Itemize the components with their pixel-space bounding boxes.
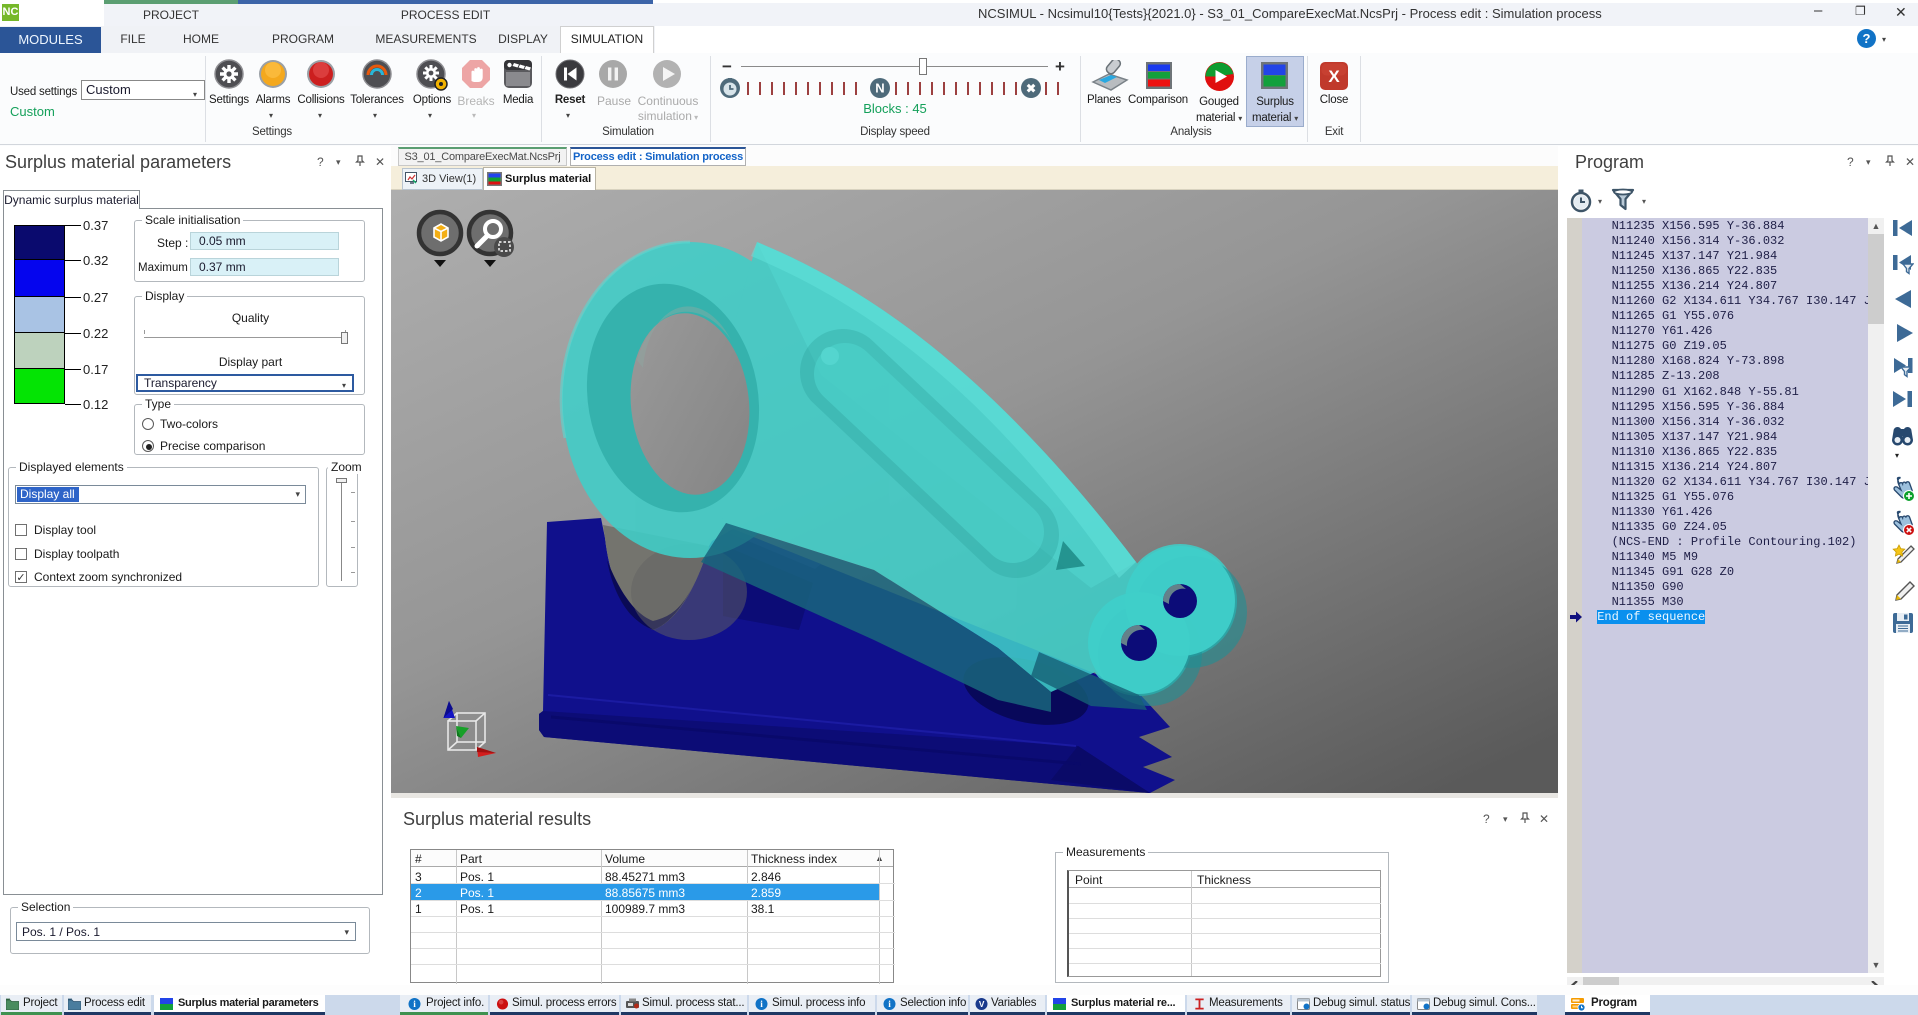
svg-text:N: N (875, 81, 884, 96)
svg-text:V: V (979, 999, 985, 1009)
svg-text:✖: ✖ (1026, 82, 1036, 96)
svg-text:X: X (1328, 67, 1340, 86)
